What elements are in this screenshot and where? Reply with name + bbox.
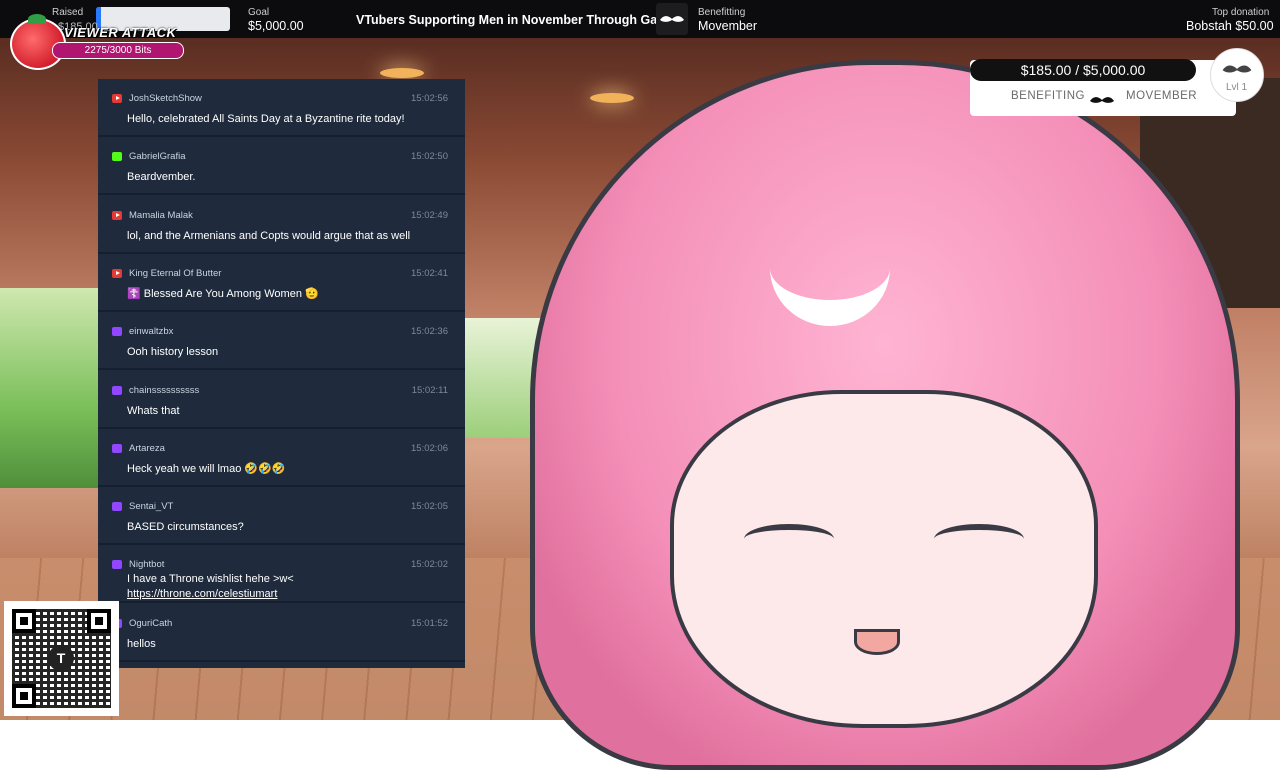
chat-text: Beardvember. <box>127 170 457 185</box>
youtube-icon <box>112 211 122 220</box>
donation-charity: MOVEMBER <box>1126 90 1198 102</box>
twitch-icon <box>112 327 122 336</box>
chat-message: Nightbot 15:02:02 I have a Throne wishlist… <box>98 545 465 603</box>
qr-finder <box>12 609 36 633</box>
twitch-icon <box>112 560 122 569</box>
chat-username[interactable]: chainssssssssss <box>129 385 199 396</box>
chat-message: GabrielGrafia 15:02:50 Beardvember. <box>98 137 465 195</box>
chat-link[interactable]: https://throne.com/celestiumart <box>127 588 277 600</box>
chat-text-content: BASED circumstances? <box>127 521 244 533</box>
qr-finder <box>12 684 36 708</box>
chat-text: I have a Throne wishlist hehe >w< https:/… <box>127 572 457 602</box>
chat-message: Artareza 15:02:06 Heck yeah we will lmao 🤣… <box>98 429 465 487</box>
chat-timestamp: 15:02:05 <box>411 501 448 512</box>
viewer-attack-title: VIEWER ATTACK <box>64 25 177 40</box>
chat-text: ☦️ Blessed Are You Among Women 🫡 <box>127 287 457 302</box>
mustache-icon <box>1090 92 1114 110</box>
chat-username[interactable]: einwaltzbx <box>129 326 173 337</box>
chat-username[interactable]: OguriCath <box>129 618 172 629</box>
twitch-icon <box>112 386 122 395</box>
chat-text-content: I have a Throne wishlist hehe >w< <box>127 573 294 585</box>
chat-message: King Eternal Of Butter 15:02:41 ☦️ Blessed… <box>98 254 465 312</box>
avatar-face <box>670 390 1098 728</box>
chat-text: lol, and the Armenians and Copts would a… <box>127 229 457 244</box>
chat-timestamp: 15:02:56 <box>411 93 448 104</box>
chat-timestamp: 15:02:02 <box>411 559 448 570</box>
donation-top-bar: Raised $185.00 Goal $5,000.00 VTubers Su… <box>0 0 1280 38</box>
chat-username[interactable]: Artareza <box>129 443 165 454</box>
chat-timestamp: 15:02:50 <box>411 151 448 162</box>
chat-text: hellos <box>127 637 457 652</box>
background-lamp <box>380 68 424 78</box>
benefitting-label: Benefitting <box>698 7 746 18</box>
avatar-eye-left <box>744 524 834 554</box>
vtuber-avatar <box>520 60 1240 770</box>
chat-text-content: Hello, celebrated All Saints Day at a By… <box>127 113 405 125</box>
chat-text-content: hellos <box>127 638 156 650</box>
chat-timestamp: 15:02:41 <box>411 268 448 279</box>
chat-text-content: Ooh history lesson <box>127 346 219 358</box>
twitch-icon <box>112 502 122 511</box>
campaign-title: VTubers Supporting Men in November Throu… <box>356 13 688 27</box>
donation-progress: $185.00 / $5,000.00 <box>970 59 1196 81</box>
twitch-icon <box>112 444 122 453</box>
benefitting-value: Movember <box>698 19 758 33</box>
donation-benefiting-label: BENEFITING <box>1011 90 1086 102</box>
qr-code-icon: T <box>4 601 119 716</box>
top-donation-value: Bobstah $50.00 <box>1186 19 1274 33</box>
chat-text: BASED circumstances? <box>127 520 457 535</box>
chat-text-content: lol, and the Armenians and Copts would a… <box>127 230 411 242</box>
chat-message: JoshSketchShow 15:02:56 Hello, celebrated … <box>98 79 465 137</box>
chat-message: Mamalia Malak 15:02:49 lol, and the Armeni… <box>98 196 465 254</box>
avatar-mouth <box>854 629 900 655</box>
chat-message: OguriCath 15:01:52 hellos <box>98 604 465 662</box>
chat-username[interactable]: Nightbot <box>129 559 164 570</box>
chat-text-content: ☦️ Blessed Are You Among Women 🫡 <box>127 288 319 300</box>
background-window-left <box>0 288 110 488</box>
avatar-moon-ornament <box>770 210 890 326</box>
chat-timestamp: 15:02:36 <box>411 326 448 337</box>
chat-text: Heck yeah we will lmao 🤣🤣🤣 <box>127 462 457 477</box>
youtube-icon <box>112 269 122 278</box>
viewer-attack-bits: 2275/3000 Bits <box>52 42 184 59</box>
top-donation-label: Top donation <box>1212 7 1270 18</box>
chat-timestamp: 15:02:06 <box>411 443 448 454</box>
chat-username[interactable]: GabrielGrafia <box>129 151 186 162</box>
chat-text-content: Whats that <box>127 405 180 417</box>
qr-finder <box>87 609 111 633</box>
chat-username[interactable]: JoshSketchShow <box>129 93 202 104</box>
chat-message: chainssssssssss 15:02:11 Whats that <box>98 371 465 429</box>
goal-value: $5,000.00 <box>248 19 304 33</box>
raised-label: Raised <box>52 7 84 18</box>
mustache-icon <box>656 3 688 35</box>
chat-text-content: Heck yeah we will lmao 🤣🤣🤣 <box>127 463 286 475</box>
chat-username[interactable]: Sentai_VT <box>129 501 173 512</box>
chat-text: Ooh history lesson <box>127 345 457 360</box>
youtube-icon <box>112 94 122 103</box>
level-badge <box>1210 48 1264 102</box>
chat-message: Sentai_VT 15:02:05 BASED circumstances? <box>98 487 465 545</box>
chat-timestamp: 15:02:49 <box>411 210 448 221</box>
avatar-eye-right <box>934 524 1024 554</box>
kick-icon <box>112 152 122 161</box>
chat-username[interactable]: Mamalia Malak <box>129 210 193 221</box>
qr-logo-icon: T <box>48 645 74 671</box>
goal-label: Goal <box>248 7 270 18</box>
chat-message: einwaltzbx 15:02:36 Ooh history lesson <box>98 312 465 370</box>
chat-timestamp: 15:02:11 <box>411 385 448 396</box>
chat-panel[interactable]: JoshSketchShow 15:02:56 Hello, celebrated … <box>98 79 465 668</box>
chat-username[interactable]: King Eternal Of Butter <box>129 268 221 279</box>
chat-text-content: Beardvember. <box>127 171 196 183</box>
level-label: Lvl 1 <box>1226 82 1248 93</box>
chat-timestamp: 15:01:52 <box>411 618 448 629</box>
chat-text: Hello, celebrated All Saints Day at a By… <box>127 112 457 127</box>
chat-text: Whats that <box>127 404 457 419</box>
